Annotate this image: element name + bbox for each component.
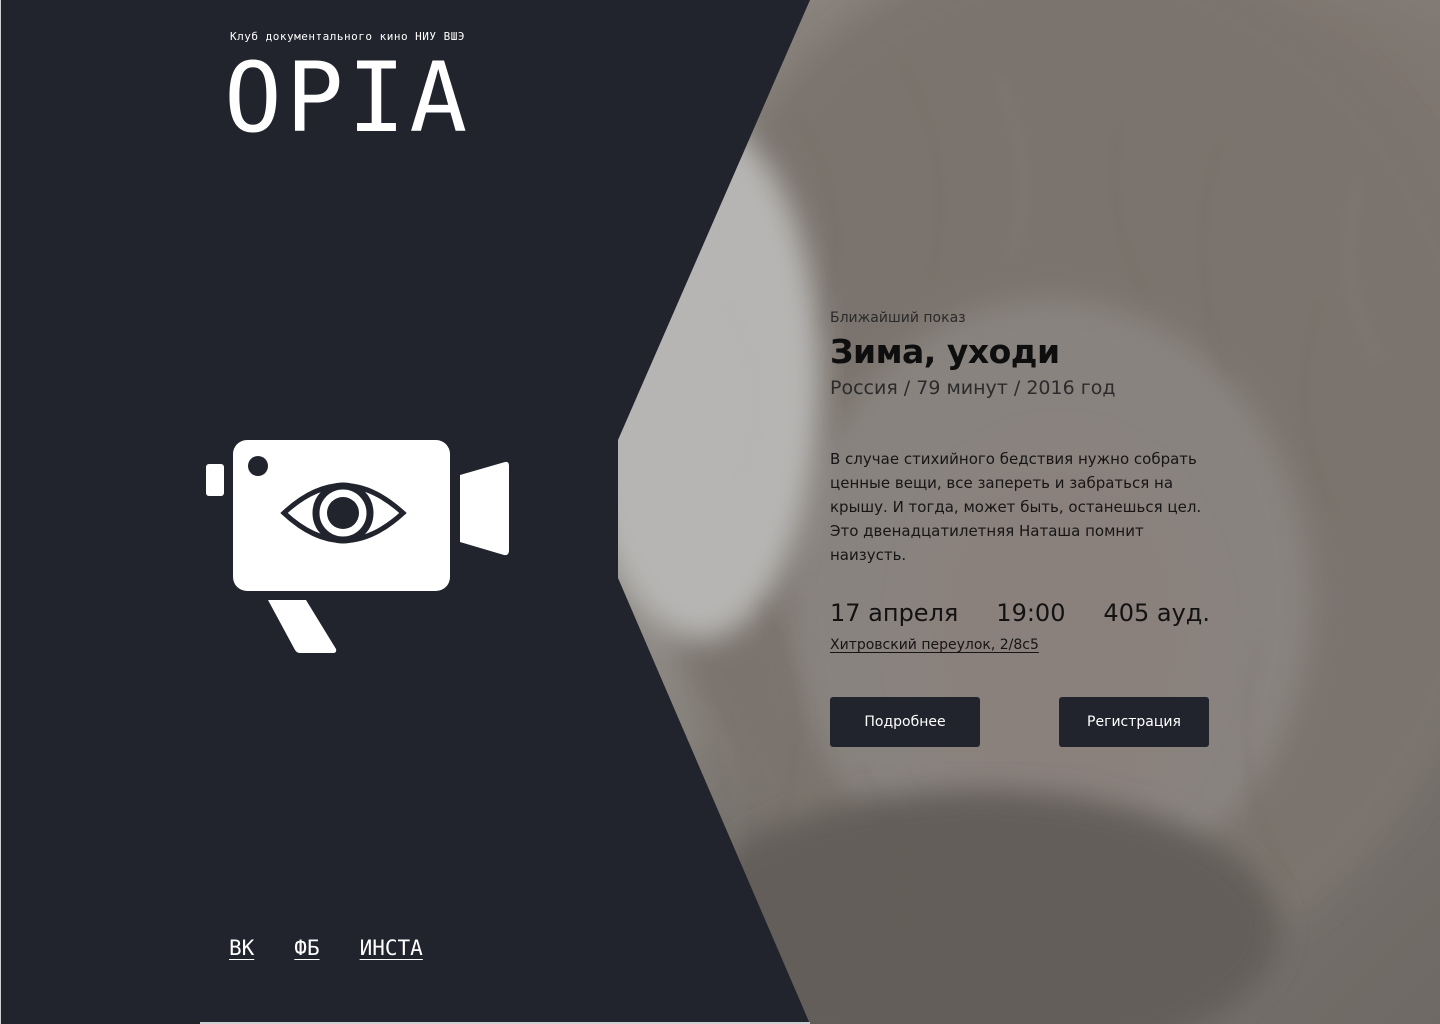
social-links: ВК ФБ ИНСТА bbox=[229, 936, 423, 960]
screening-info: Ближайший показ Зима, уходи Россия / 79 … bbox=[830, 310, 1230, 747]
film-description: В случае стихийного бедствия нужно собра… bbox=[830, 450, 1202, 564]
film-title: Зима, уходи bbox=[830, 332, 1060, 371]
social-link-fb[interactable]: ФБ bbox=[294, 936, 319, 960]
action-buttons: Подробнее Регистрация bbox=[830, 697, 1209, 747]
camera-with-eye-icon bbox=[206, 440, 509, 653]
logo: OPIA bbox=[224, 42, 472, 154]
screening-time: 19:00 bbox=[996, 599, 1066, 627]
social-link-insta[interactable]: ИНСТА bbox=[360, 936, 423, 960]
page: Клуб документального кино НИУ ВШЭ OPIA В… bbox=[0, 0, 1440, 1024]
film-meta: Россия / 79 минут / 2016 год bbox=[830, 377, 1116, 399]
details-button[interactable]: Подробнее bbox=[830, 697, 980, 747]
social-link-vk[interactable]: ВК bbox=[229, 936, 254, 960]
next-screening-label: Ближайший показ bbox=[830, 310, 966, 326]
register-button[interactable]: Регистрация bbox=[1059, 697, 1209, 747]
screening-date: 17 апреля bbox=[830, 599, 959, 627]
left-border bbox=[0, 0, 1, 1024]
address-link[interactable]: Хитровский переулок, 2/8с5 bbox=[830, 637, 1039, 653]
screening-room: 405 ауд. bbox=[1103, 599, 1210, 627]
schedule: 17 апреля 19:00 405 ауд. bbox=[830, 599, 1210, 627]
